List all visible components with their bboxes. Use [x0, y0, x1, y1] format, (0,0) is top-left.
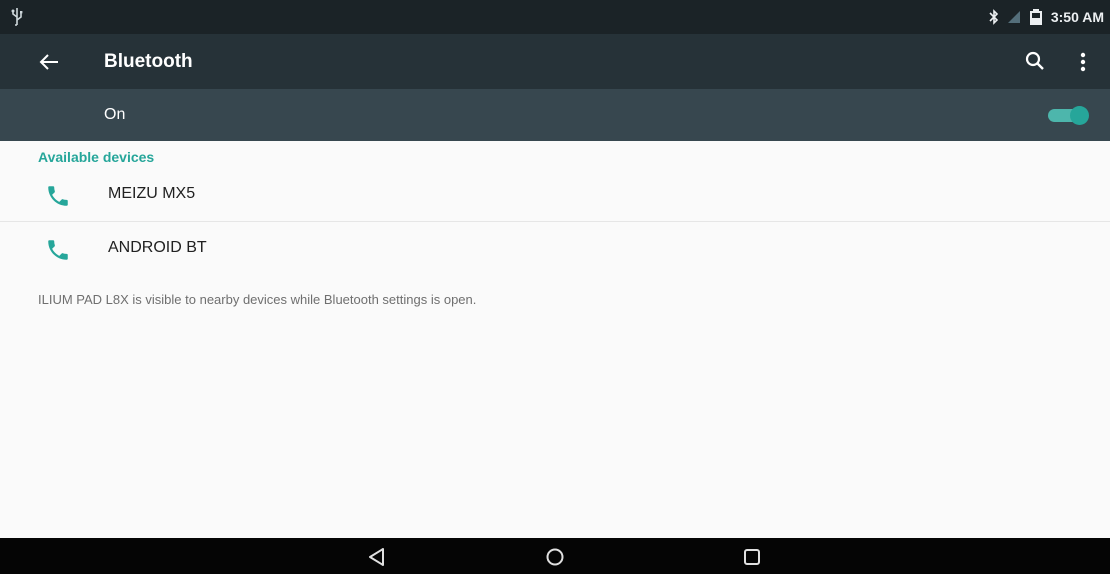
device-name: ANDROID BT [108, 239, 207, 256]
bluetooth-switch-bar[interactable]: On [0, 89, 1110, 141]
status-bar: 3:50 AM [0, 0, 1110, 34]
device-name: MEIZU MX5 [108, 185, 196, 202]
app-toolbar: Bluetooth [0, 34, 1110, 89]
device-item[interactable]: MEIZU MX5 [0, 168, 1110, 222]
status-time: 3:50 AM [1050, 9, 1104, 25]
switch-label: On [104, 106, 126, 123]
more-vert-icon[interactable] [1077, 50, 1089, 74]
bluetooth-icon [989, 9, 998, 25]
toggle-thumb [1070, 106, 1089, 125]
system-nav-bar [0, 538, 1110, 574]
phone-icon [48, 240, 68, 260]
back-arrow-icon[interactable] [38, 51, 60, 73]
available-devices-header: Available devices [38, 149, 155, 165]
bluetooth-toggle[interactable] [1046, 106, 1090, 125]
no-signal-icon [1007, 11, 1020, 23]
back-triangle-icon[interactable] [366, 546, 388, 568]
battery-icon [1029, 9, 1042, 25]
home-circle-icon[interactable] [544, 546, 566, 568]
search-icon[interactable] [1024, 50, 1046, 72]
visibility-note: ILIUM PAD L8X is visible to nearby devic… [38, 292, 477, 307]
recents-square-icon[interactable] [741, 546, 763, 568]
page-title: Bluetooth [104, 51, 193, 72]
phone-icon [48, 186, 68, 206]
usb-icon [11, 8, 23, 26]
device-item[interactable]: ANDROID BT [0, 222, 1110, 276]
